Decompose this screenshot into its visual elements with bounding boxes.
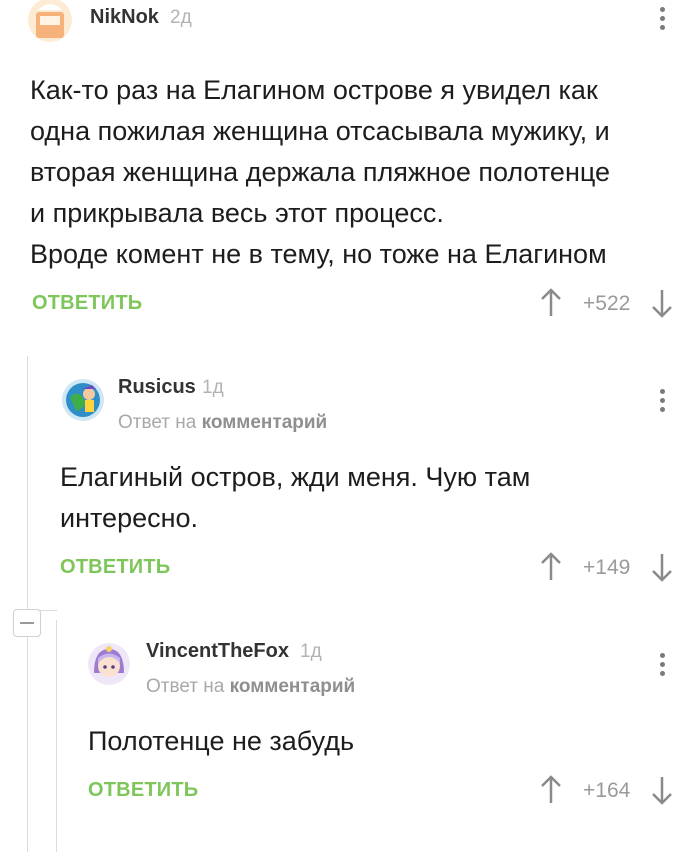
more-vertical-icon[interactable] bbox=[658, 653, 666, 680]
more-vertical-icon[interactable] bbox=[658, 7, 666, 34]
comment-text: Как-то раз на Елагином острове я увидел … bbox=[30, 70, 610, 275]
reply-button[interactable]: ОТВЕТИТЬ bbox=[32, 292, 142, 315]
comment-text-line: Полотенце не забудь bbox=[88, 726, 355, 756]
rating-value: +149 bbox=[583, 556, 631, 579]
comment-text-line: интересно. bbox=[60, 503, 199, 533]
arrow-up-icon[interactable] bbox=[539, 288, 563, 318]
avatar[interactable] bbox=[88, 643, 130, 685]
comment-text: Елагиный остров, жди меня. Чую там интер… bbox=[60, 457, 530, 539]
reply-to-prefix: Ответ на bbox=[146, 676, 225, 697]
reply-button[interactable]: ОТВЕТИТЬ bbox=[88, 779, 198, 802]
arrow-up-icon[interactable] bbox=[539, 552, 563, 582]
arrow-down-icon[interactable] bbox=[650, 775, 674, 805]
thread-line-level-2 bbox=[56, 620, 57, 852]
arrow-down-icon[interactable] bbox=[650, 288, 674, 318]
comment-text-line: Вроде комент не в тему, но тоже на Елаги… bbox=[30, 239, 607, 269]
reply-to-label[interactable]: Ответ на комментарий bbox=[118, 412, 327, 434]
arrow-down-icon[interactable] bbox=[650, 552, 674, 582]
avatar[interactable] bbox=[62, 379, 104, 421]
comment-text-line: вторая женщина держала пляжное полотенце bbox=[30, 157, 611, 187]
comment-text-line: и прикрывала весь этот процесс. bbox=[30, 198, 444, 228]
username[interactable]: Rusicus bbox=[118, 376, 196, 399]
timestamp: 2д bbox=[170, 7, 192, 28]
reply-to-prefix: Ответ на bbox=[118, 412, 197, 433]
username[interactable]: NikNok bbox=[90, 6, 159, 29]
rating-value: +164 bbox=[583, 779, 631, 802]
avatar[interactable] bbox=[28, 0, 72, 42]
arrow-up-icon[interactable] bbox=[539, 775, 563, 805]
comment-text: Полотенце не забудь bbox=[88, 721, 354, 762]
username[interactable]: VincentTheFox bbox=[146, 640, 289, 663]
reply-to-link[interactable]: комментарий bbox=[202, 412, 328, 433]
timestamp: 1д bbox=[300, 641, 322, 662]
thread-line-level-1 bbox=[27, 356, 28, 852]
reply-to-label[interactable]: Ответ на комментарий bbox=[146, 676, 355, 698]
collapse-thread-icon[interactable] bbox=[13, 609, 41, 637]
comment-text-line: Елагиный остров, жди меня. Чую там bbox=[60, 462, 531, 492]
rating-value: +522 bbox=[583, 292, 631, 315]
more-vertical-icon[interactable] bbox=[658, 389, 666, 416]
comment-text-line: Как-то раз на Елагином острове я увидел … bbox=[30, 75, 598, 105]
reply-to-link[interactable]: комментарий bbox=[230, 676, 356, 697]
reply-button[interactable]: ОТВЕТИТЬ bbox=[60, 556, 170, 579]
comment-text-line: одна пожилая женщина отсасывала мужику, … bbox=[30, 116, 610, 146]
timestamp: 1д bbox=[202, 377, 224, 398]
